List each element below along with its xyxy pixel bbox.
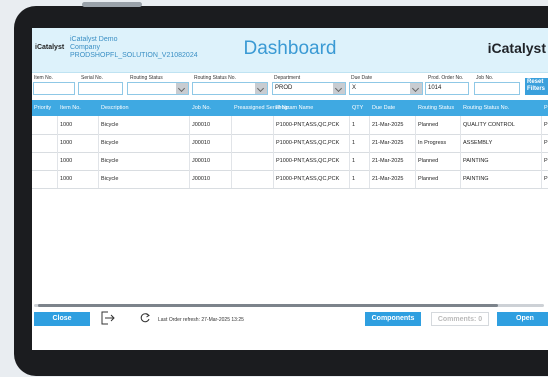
column-header[interactable]: Routing Status <box>416 100 461 116</box>
item-no-label: Item No. <box>34 75 53 81</box>
column-header[interactable]: Program Name <box>274 100 350 116</box>
refresh-icon[interactable] <box>139 312 151 324</box>
table-cell: In Progress <box>416 134 461 152</box>
table-row[interactable]: 1000 Bicycle J00010 P1000-PNT,ASS,QC,PCK 1 21… <box>32 170 548 189</box>
table-cell: P1000-PNT,ASS,QC,PCK <box>274 170 350 188</box>
table-cell <box>32 152 58 170</box>
table-cell <box>232 152 274 170</box>
job-no-field[interactable] <box>474 82 520 95</box>
dropdown-arrow-icon <box>176 83 188 94</box>
table-cell <box>232 170 274 188</box>
table-cell: Bicycle <box>99 116 190 134</box>
table-cell: J00010 <box>190 152 232 170</box>
table-header: Priority Item No. Description Job No. Preass… <box>32 100 548 116</box>
table-cell: J00010 <box>190 170 232 188</box>
due-date-field[interactable]: X <box>349 82 423 95</box>
table-cell: 1 <box>350 116 370 134</box>
prod-order-no-label: Prod. Order No. <box>428 75 464 81</box>
horizontal-scrollbar[interactable] <box>34 304 544 307</box>
reset-filters-button[interactable]: Reset Filters <box>525 78 548 95</box>
due-date-label: Due Date <box>351 75 373 81</box>
table-row[interactable]: 1000 Bicycle J00010 P1000-PNT,ASS,QC,PCK 1 21… <box>32 152 548 171</box>
table-cell: 1 <box>350 134 370 152</box>
calendar-dropdown-icon <box>410 83 422 94</box>
column-header[interactable]: QTY <box>350 100 370 116</box>
table-cell: P <box>542 134 548 152</box>
serial-no-label: Serial No. <box>81 75 103 81</box>
department-select[interactable]: PROD <box>272 82 346 95</box>
close-button[interactable]: Close <box>34 312 90 326</box>
table-cell: Bicycle <box>99 170 190 188</box>
last-refresh-text: Last Order refresh: 27-Mar-2025 13:25 <box>158 317 244 323</box>
table-cell <box>232 134 274 152</box>
table-cell: P1000-PNT,ASS,QC,PCK <box>274 134 350 152</box>
filter-bar: Item No. Serial No. Routing Status Routi… <box>32 73 548 99</box>
table-cell: PAINTING <box>461 170 542 188</box>
column-header[interactable]: Preassigned Serial No. <box>232 100 290 116</box>
column-header[interactable]: Item No. <box>58 100 99 116</box>
table-cell: Planned <box>416 116 461 134</box>
page-title: Dashboard <box>243 38 337 59</box>
table-cell: ASSEMBLY <box>461 134 542 152</box>
department-label: Department <box>274 75 301 81</box>
serial-no-field[interactable] <box>78 82 123 95</box>
table-cell: J00010 <box>190 116 232 134</box>
table-cell: Bicycle <box>99 152 190 170</box>
item-no-field[interactable] <box>33 82 75 95</box>
routing-status-label: Routing Status <box>130 75 163 81</box>
table-cell: P <box>542 152 548 170</box>
table-cell: Planned <box>416 170 461 188</box>
table-cell: 1000 <box>58 170 99 188</box>
open-button[interactable]: Open <box>497 312 548 326</box>
table-cell <box>32 116 58 134</box>
table-cell: J00010 <box>190 134 232 152</box>
table-cell: 1000 <box>58 134 99 152</box>
routing-status-no-label: Routing Status No. <box>194 75 236 81</box>
logout-icon[interactable] <box>100 311 116 325</box>
table-cell: QUALITY CONTROL <box>461 116 542 134</box>
table-cell <box>32 134 58 152</box>
routing-status-select[interactable] <box>127 82 189 95</box>
table-cell: 21-Mar-2025 <box>370 134 416 152</box>
column-header[interactable]: Description <box>99 100 190 116</box>
brand-name: iCatalyst <box>487 40 546 56</box>
scrollbar-thumb[interactable] <box>38 304 498 307</box>
column-header[interactable]: P <box>542 100 548 116</box>
dropdown-arrow-icon <box>255 83 267 94</box>
table-cell: 1000 <box>58 116 99 134</box>
table-cell: 1 <box>350 170 370 188</box>
table-cell: PAINTING <box>461 152 542 170</box>
column-header[interactable]: Priority <box>32 100 58 116</box>
table-cell: Planned <box>416 152 461 170</box>
clear-date-icon[interactable]: X <box>352 85 356 91</box>
table-row[interactable]: 1000 Bicycle J00010 P1000-PNT,ASS,QC,PCK 1 21… <box>32 134 548 153</box>
table-cell <box>32 170 58 188</box>
table-cell: P <box>542 116 548 134</box>
table-row[interactable]: 1000 Bicycle J00010 P1000-PNT,ASS,QC,PCK 1 21… <box>32 116 548 135</box>
department-value: PROD <box>275 85 293 91</box>
table-cell: P <box>542 170 548 188</box>
column-header[interactable]: Due Date <box>370 100 416 116</box>
table-cell: Bicycle <box>99 134 190 152</box>
column-header[interactable]: Job No. <box>190 100 232 116</box>
table-cell <box>232 116 274 134</box>
routing-status-no-select[interactable] <box>192 82 268 95</box>
prod-order-no-field[interactable]: 1014 <box>425 82 469 95</box>
table-cell: 21-Mar-2025 <box>370 116 416 134</box>
dropdown-arrow-icon <box>333 83 345 94</box>
table-cell: P1000-PNT,ASS,QC,PCK <box>274 152 350 170</box>
table-cell: 1 <box>350 152 370 170</box>
job-no-label: Job No. <box>476 75 494 81</box>
table-cell: 1000 <box>58 152 99 170</box>
app-header: iCatalyst iCatalyst Demo Company PRODSHO… <box>32 28 548 73</box>
column-header[interactable]: Routing Status No. <box>461 100 542 116</box>
table-cell: P1000-PNT,ASS,QC,PCK <box>274 116 350 134</box>
app-screen: iCatalyst iCatalyst Demo Company PRODSHO… <box>32 28 548 350</box>
comments-button: Comments: 0 <box>431 312 489 326</box>
table-cell: 21-Mar-2025 <box>370 152 416 170</box>
components-button[interactable]: Components <box>365 312 421 326</box>
table-cell: 21-Mar-2025 <box>370 170 416 188</box>
